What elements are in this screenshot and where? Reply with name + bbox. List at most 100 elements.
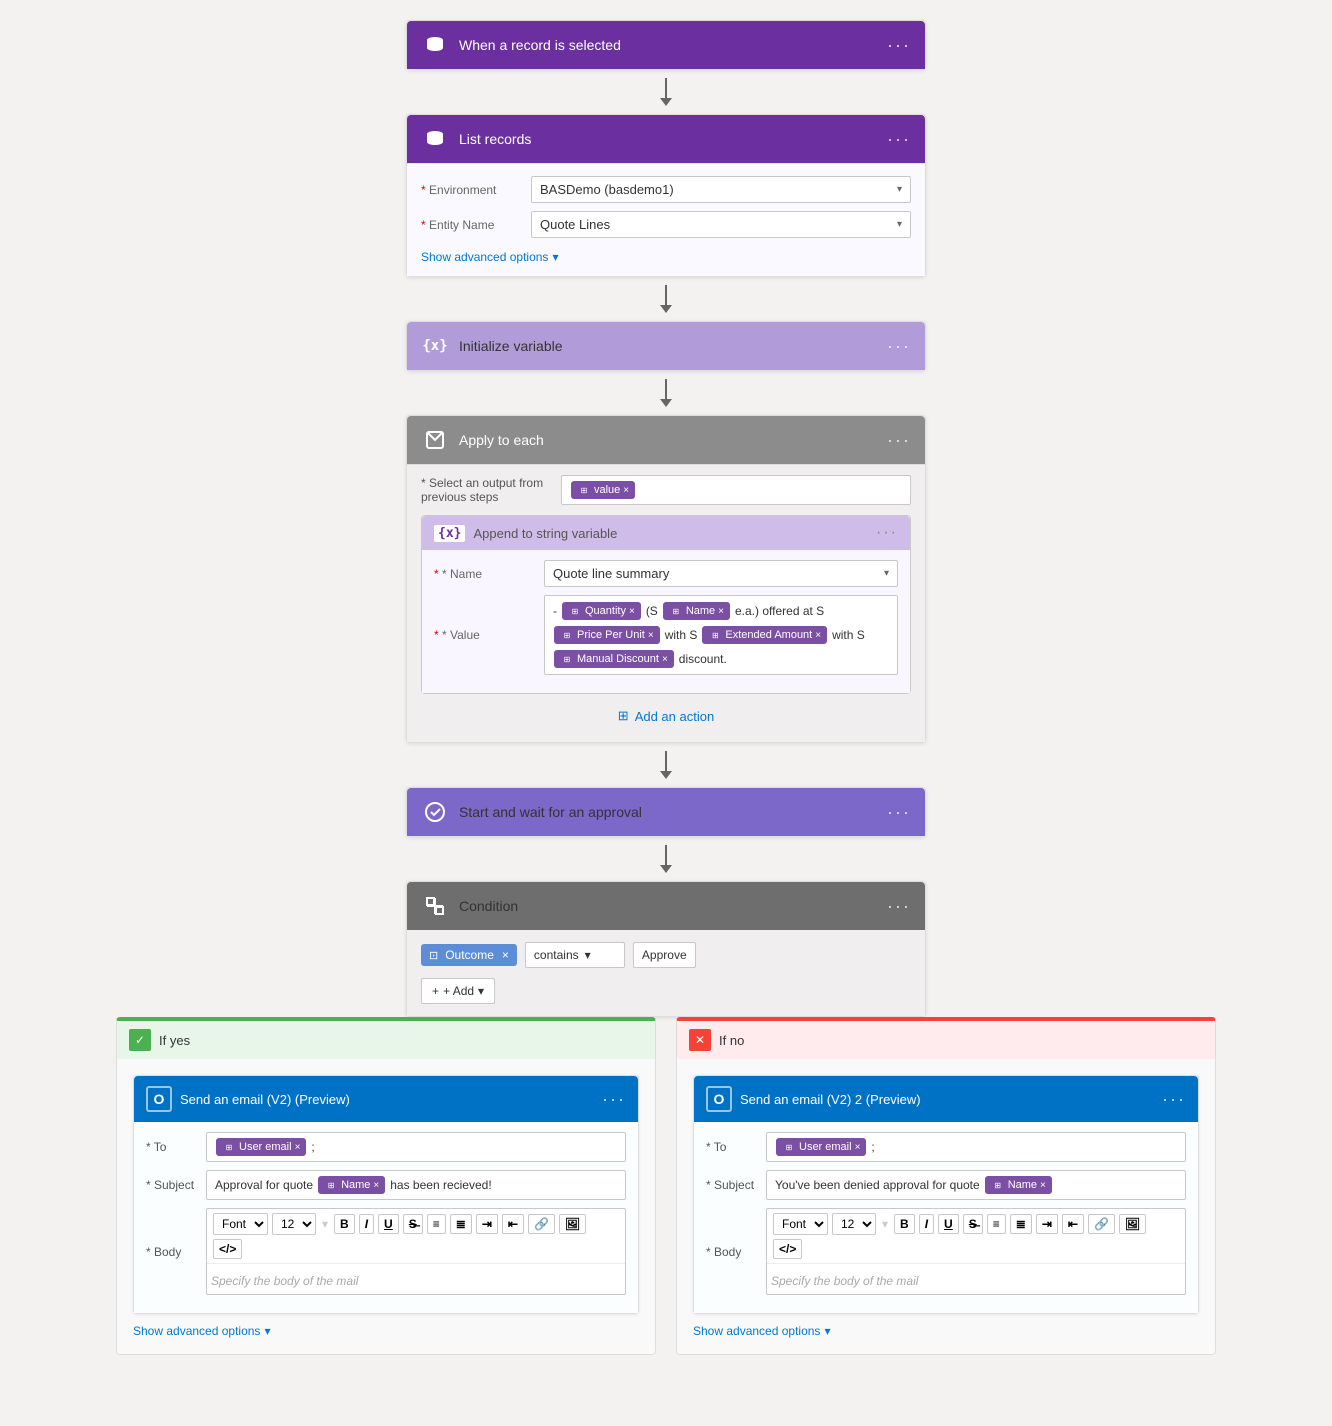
if-no-body: O Send an email (V2) 2 (Preview) ··· * T…: [677, 1059, 1215, 1354]
no-bold-btn[interactable]: B: [894, 1214, 915, 1234]
approval-dots[interactable]: ···: [887, 802, 911, 823]
value-tag-input[interactable]: ⊞ value ×: [561, 475, 911, 505]
yes-link-btn[interactable]: 🔗: [528, 1214, 555, 1234]
init-var-title: Initialize variable: [459, 338, 887, 354]
init-var-dots[interactable]: ···: [887, 336, 911, 357]
no-ol-btn[interactable]: ≣: [1010, 1214, 1032, 1234]
condition-value[interactable]: Approve: [633, 942, 696, 968]
no-show-advanced[interactable]: Show advanced options ▾: [693, 1324, 830, 1338]
no-to-label: * To: [706, 1140, 766, 1154]
trigger-dots[interactable]: ···: [887, 35, 911, 56]
yes-subject-label: * Subject: [146, 1178, 206, 1192]
yes-show-advanced[interactable]: Show advanced options ▾: [133, 1324, 270, 1338]
no-subject-value[interactable]: You've been denied approval for quote ⊞ …: [766, 1170, 1186, 1200]
no-email-dots[interactable]: ···: [1162, 1089, 1186, 1110]
manual-discount-tag: ⊞ Manual Discount ×: [554, 650, 674, 668]
yes-outlook-icon: O: [146, 1086, 172, 1112]
arrow-2: [660, 277, 672, 321]
bottom-panels: ✓ If yes O Send an email (V2) (Preview) …: [116, 1017, 1216, 1355]
yes-font-select[interactable]: Font: [213, 1213, 268, 1235]
yes-size-select[interactable]: 12: [272, 1213, 316, 1235]
trigger-title: When a record is selected: [459, 37, 887, 53]
yes-email-title: Send an email (V2) (Preview): [180, 1092, 602, 1107]
name-dropdown[interactable]: Quote line summary ▾: [544, 560, 898, 587]
no-email-title: Send an email (V2) 2 (Preview): [740, 1092, 1162, 1107]
nested-dots[interactable]: ···: [876, 524, 898, 542]
add-condition-btn[interactable]: + + Add ▾: [421, 978, 495, 1004]
apply-each-header: Apply to each ···: [407, 416, 925, 464]
environment-row: Environment BASDemo (basdemo1) ▾: [421, 176, 911, 203]
name-tag: ⊞ Name ×: [663, 602, 730, 620]
no-to-row: * To ⊞ User email × ;: [706, 1132, 1186, 1162]
no-size-select[interactable]: 12: [832, 1213, 876, 1235]
no-code-btn[interactable]: </>: [773, 1239, 802, 1259]
condition-dots[interactable]: ···: [887, 896, 911, 917]
value-tag-remove[interactable]: ×: [623, 485, 629, 496]
arrow-5: [660, 837, 672, 881]
nested-title: Append to string variable: [473, 526, 876, 541]
value-area[interactable]: - ⊞ Quantity × (S ⊞ Name: [544, 595, 898, 675]
list-records-icon: [421, 125, 449, 153]
approval-header: Start and wait for an approval ···: [407, 788, 925, 836]
entity-value[interactable]: Quote Lines ▾: [531, 211, 911, 238]
no-body-placeholder[interactable]: Specify the body of the mail: [767, 1268, 1185, 1294]
value-row: * Value - ⊞ Quantity × (S ⊞: [434, 595, 898, 675]
yes-img-btn[interactable]: 🖼: [559, 1214, 586, 1234]
yes-outdent-btn[interactable]: ⇤: [502, 1214, 524, 1234]
yes-underline-btn[interactable]: U: [378, 1214, 399, 1234]
operator-dropdown[interactable]: contains ▾: [525, 942, 625, 968]
no-subject-row: * Subject You've been denied approval fo…: [706, 1170, 1186, 1200]
list-records-header: List records ···: [407, 115, 925, 163]
yes-italic-btn[interactable]: I: [359, 1214, 374, 1234]
list-records-body: Environment BASDemo (basdemo1) ▾ Entity …: [407, 163, 925, 276]
yes-indent-btn[interactable]: ⇥: [476, 1214, 498, 1234]
outcome-tag-remove[interactable]: ×: [502, 948, 509, 962]
init-var-card: {x} Initialize variable ···: [406, 321, 926, 371]
yes-bold-btn[interactable]: B: [334, 1214, 355, 1234]
no-strikethrough-btn[interactable]: S̶: [963, 1214, 983, 1234]
yes-ol-btn[interactable]: ≣: [450, 1214, 472, 1234]
no-font-select[interactable]: Font: [773, 1213, 828, 1235]
no-subject-label: * Subject: [706, 1178, 766, 1192]
trigger-header: When a record is selected ···: [407, 21, 925, 69]
no-to-value[interactable]: ⊞ User email × ;: [766, 1132, 1186, 1162]
extended-tag: ⊞ Extended Amount ×: [702, 626, 827, 644]
no-img-btn[interactable]: 🖼: [1119, 1214, 1146, 1234]
value-label: * Value: [434, 628, 544, 642]
apply-each-title: Apply to each: [459, 432, 887, 448]
yes-code-btn[interactable]: </>: [213, 1239, 242, 1259]
entity-label: Entity Name: [421, 218, 531, 232]
environment-value[interactable]: BASDemo (basdemo1) ▾: [531, 176, 911, 203]
trigger-icon: [421, 31, 449, 59]
yes-subject-row: * Subject Approval for quote ⊞ Name × ha…: [146, 1170, 626, 1200]
quantity-tag: ⊞ Quantity ×: [562, 602, 641, 620]
no-underline-btn[interactable]: U: [938, 1214, 959, 1234]
yes-to-value[interactable]: ⊞ User email × ;: [206, 1132, 626, 1162]
condition-row: ⊡ Outcome × contains ▾ Approve: [421, 942, 911, 968]
init-var-header: {x} Initialize variable ···: [407, 322, 925, 370]
if-yes-body: O Send an email (V2) (Preview) ··· * To …: [117, 1059, 655, 1354]
no-outdent-btn[interactable]: ⇤: [1062, 1214, 1084, 1234]
yes-subject-value[interactable]: Approval for quote ⊞ Name × has been rec…: [206, 1170, 626, 1200]
yes-icon: ✓: [129, 1029, 151, 1051]
add-action-btn[interactable]: ⊞ Add an action: [421, 694, 911, 732]
no-italic-btn[interactable]: I: [919, 1214, 934, 1234]
no-toolbar: Font 12 ▾ B I U S̶: [767, 1209, 1185, 1264]
if-yes-header: ✓ If yes: [117, 1021, 655, 1059]
no-ul-btn[interactable]: ≡: [987, 1214, 1006, 1234]
yes-email-dots[interactable]: ···: [602, 1089, 626, 1110]
no-email-body: * To ⊞ User email × ; * Su: [694, 1122, 1198, 1313]
yes-ul-btn[interactable]: ≡: [427, 1214, 446, 1234]
show-advanced-1[interactable]: Show advanced options ▾: [421, 250, 558, 264]
no-link-btn[interactable]: 🔗: [1088, 1214, 1115, 1234]
apply-each-dots[interactable]: ···: [887, 430, 911, 451]
list-records-dots[interactable]: ···: [887, 129, 911, 150]
no-indent-btn[interactable]: ⇥: [1036, 1214, 1058, 1234]
select-output-label: * Select an output from previous steps: [421, 476, 561, 504]
yes-strikethrough-btn[interactable]: S̶: [403, 1214, 423, 1234]
tag-db-icon: ⊞: [577, 483, 591, 497]
yes-body-placeholder[interactable]: Specify the body of the mail: [207, 1268, 625, 1294]
yes-user-email-tag: ⊞ User email ×: [216, 1138, 306, 1156]
condition-header: Condition ···: [407, 882, 925, 930]
no-name-tag: ⊞ Name ×: [985, 1176, 1052, 1194]
